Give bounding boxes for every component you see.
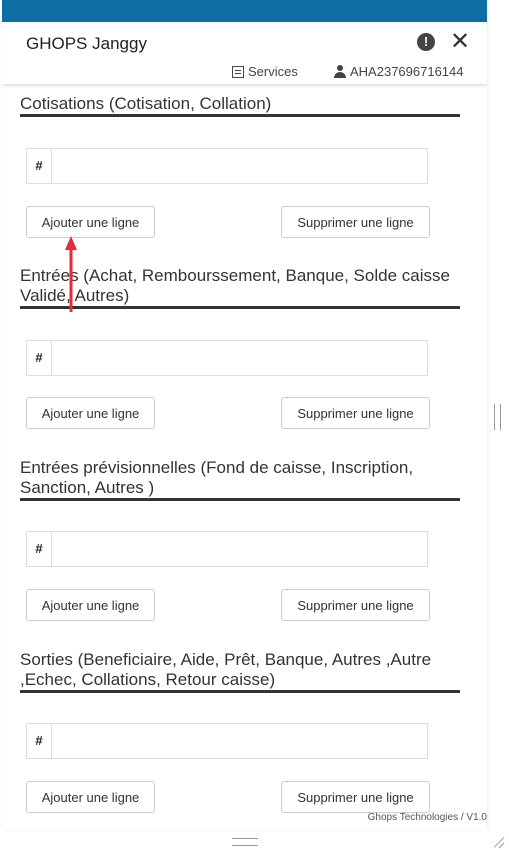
header: GHOPS Janggy ! ✕ Services AHA23769671614… — [2, 22, 487, 84]
app-panel: GHOPS Janggy ! ✕ Services AHA23769671614… — [2, 0, 487, 830]
delete-line-button[interactable]: Supprimer une ligne — [281, 206, 430, 238]
red-arrow-annotation — [65, 236, 77, 312]
corner-resize-handle[interactable] — [492, 835, 506, 849]
row-number-header: # — [27, 724, 52, 758]
user-icon — [334, 65, 346, 78]
add-line-button[interactable]: Ajouter une ligne — [26, 781, 155, 813]
section-entrees: Entrées (Achat, Rembourssement, Banque, … — [20, 266, 460, 446]
section-title: Sorties (Beneficiaire, Aide, Prêt, Banqu… — [20, 650, 460, 693]
line-table: # — [26, 340, 428, 376]
user-id: AHA237696716144 — [350, 64, 464, 79]
delete-line-button[interactable]: Supprimer une ligne — [281, 589, 430, 621]
add-line-button[interactable]: Ajouter une ligne — [26, 589, 155, 621]
app-title: GHOPS Janggy — [26, 34, 147, 53]
section-sorties: Sorties (Beneficiaire, Aide, Prêt, Banqu… — [20, 650, 460, 830]
services-link[interactable]: Services — [232, 64, 298, 79]
exclamation-circle-icon[interactable]: ! — [417, 33, 435, 51]
delete-line-button[interactable]: Supprimer une ligne — [281, 781, 430, 813]
section-title: Cotisations (Cotisation, Collation) — [20, 94, 460, 117]
side-resize-handle[interactable] — [494, 404, 501, 430]
services-label: Services — [248, 64, 298, 79]
table-row[interactable] — [52, 149, 427, 183]
close-icon[interactable]: ✕ — [450, 28, 470, 56]
line-table: # — [26, 723, 428, 759]
footer-text: Ghops Technologies / V1.0 — [367, 812, 487, 823]
user-account[interactable]: AHA237696716144 — [334, 64, 464, 79]
section-entrees-previsionnelles: Entrées prévisionnelles (Fond de caisse,… — [20, 458, 460, 638]
bottom-resize-handle[interactable] — [232, 838, 258, 846]
add-line-button[interactable]: Ajouter une ligne — [26, 397, 155, 429]
row-number-header: # — [27, 532, 52, 566]
section-cotisations: Cotisations (Cotisation, Collation) # Aj… — [20, 94, 460, 254]
delete-line-button[interactable]: Supprimer une ligne — [281, 397, 430, 429]
table-row[interactable] — [52, 341, 427, 375]
section-title: Entrées (Achat, Rembourssement, Banque, … — [20, 266, 460, 309]
row-number-header: # — [27, 341, 52, 375]
line-table: # — [26, 148, 428, 184]
add-line-button[interactable]: Ajouter une ligne — [26, 206, 155, 238]
line-table: # — [26, 531, 428, 567]
top-color-bar — [2, 0, 487, 22]
row-number-header: # — [27, 149, 52, 183]
list-icon — [232, 65, 244, 78]
table-row[interactable] — [52, 532, 427, 566]
section-title: Entrées prévisionnelles (Fond de caisse,… — [20, 458, 460, 501]
table-row[interactable] — [52, 724, 427, 758]
